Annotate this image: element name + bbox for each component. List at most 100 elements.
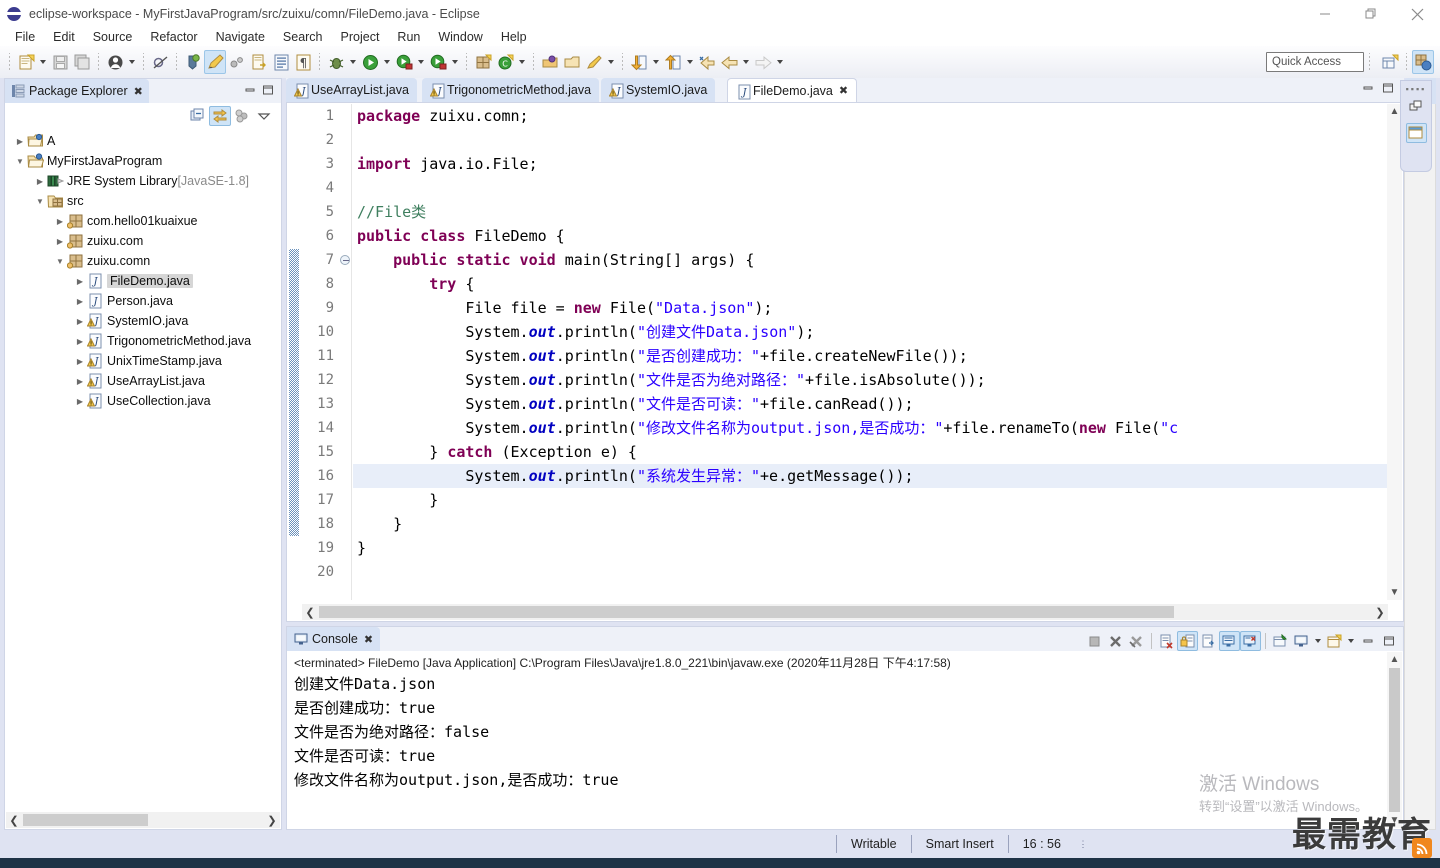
code-line[interactable]: package zuixu.comn;: [353, 104, 1387, 128]
code-line[interactable]: } catch (Exception e) {: [353, 440, 1387, 464]
chevron-right-icon[interactable]: ▶: [73, 271, 87, 291]
code-line[interactable]: System.out.println("文件是否为绝对路径："+file.isA…: [353, 368, 1387, 392]
chevron-right-icon[interactable]: ▶: [73, 331, 87, 351]
tree-item-filedemo-java[interactable]: ▶ J FileDemo.java: [5, 271, 281, 291]
status-drag-dots[interactable]: ⋮: [1075, 839, 1091, 850]
new-java-package-icon[interactable]: [472, 50, 494, 74]
back-arrow-icon[interactable]: [718, 50, 740, 74]
code-editor[interactable]: 1 2 3 4 5 6 7 8 9 10 11 12 13 14 15 16 17 18 19 20 package …: [286, 102, 1404, 622]
code-line[interactable]: File file = new File("Data.json");: [353, 296, 1387, 320]
hscroll-thumb[interactable]: [319, 606, 1174, 618]
tree-item-person-java[interactable]: ▶ J Person.java: [5, 291, 281, 311]
code-line[interactable]: [353, 176, 1387, 200]
forward-dropdown-icon[interactable]: [774, 50, 786, 74]
link-icon[interactable]: [226, 50, 248, 74]
view-menu-icon[interactable]: [253, 106, 275, 126]
code-line[interactable]: public class FileDemo {: [353, 224, 1387, 248]
editor-vscrollbar[interactable]: ▲ ▼: [1387, 104, 1402, 600]
code-line[interactable]: System.out.println("文件是否可读："+file.canRea…: [353, 392, 1387, 416]
editor-tab-systemio-java[interactable]: J SystemIO.java: [601, 78, 716, 102]
display-console-dropdown-icon[interactable]: [1312, 629, 1324, 653]
external-tools-icon[interactable]: [182, 50, 204, 74]
open-type-icon[interactable]: [248, 50, 270, 74]
code-line[interactable]: }: [353, 488, 1387, 512]
back-history-icon[interactable]: [696, 50, 718, 74]
chevron-right-icon[interactable]: ❯: [264, 814, 280, 827]
scroll-lock-icon[interactable]: [1177, 631, 1198, 651]
tree-item-zuixu-com[interactable]: ▶ zuixu.com: [5, 231, 281, 251]
menu-source[interactable]: Source: [84, 28, 142, 46]
show-whitespace-icon[interactable]: ¶: [292, 50, 314, 74]
chevron-right-icon[interactable]: ▶: [53, 231, 67, 251]
maximize-view-icon[interactable]: [1378, 631, 1399, 651]
hscroll-track[interactable]: [22, 813, 264, 827]
new-wizard-icon[interactable]: [15, 50, 37, 74]
chevron-right-icon[interactable]: ❯: [1372, 606, 1388, 619]
link-with-editor-icon[interactable]: [209, 106, 231, 126]
hscroll-track[interactable]: [318, 605, 1372, 619]
code-line[interactable]: try {: [353, 272, 1387, 296]
java-perspective-icon[interactable]: [1412, 50, 1434, 74]
chevron-right-icon[interactable]: ▶: [33, 171, 47, 191]
run-icon[interactable]: [359, 50, 381, 74]
tree-item-unixtimestamp-java[interactable]: ▶ J UnixTimeStamp.java: [5, 351, 281, 371]
menu-refactor[interactable]: Refactor: [141, 28, 206, 46]
tree-item-usecollection-java[interactable]: ▶ J UseCollection.java: [5, 391, 281, 411]
tree-item-zuixu-comn[interactable]: ▼ zuixu.comn: [5, 251, 281, 271]
user-dropdown-icon[interactable]: [126, 50, 138, 74]
code-line[interactable]: System.out.println("创建文件Data.json");: [353, 320, 1387, 344]
run-last-icon[interactable]: [393, 50, 415, 74]
menu-search[interactable]: Search: [274, 28, 332, 46]
user-icon[interactable]: [104, 50, 126, 74]
fold-collapse-icon[interactable]: [340, 255, 350, 265]
next-annotation-dropdown-icon[interactable]: [650, 50, 662, 74]
clear-console-icon[interactable]: [1156, 631, 1177, 651]
chevron-right-icon[interactable]: ▶: [53, 211, 67, 231]
remove-all-terminated-icon[interactable]: [1126, 631, 1147, 651]
code-line[interactable]: System.out.println("是否创建成功："+file.create…: [353, 344, 1387, 368]
code-line[interactable]: [353, 128, 1387, 152]
run-last-dropdown-icon[interactable]: [415, 50, 427, 74]
pencil-icon[interactable]: [583, 50, 605, 74]
tree-item-myfirstjavaprogram[interactable]: ▼ MyFirstJavaProgram: [5, 151, 281, 171]
menu-window[interactable]: Window: [429, 28, 491, 46]
folding-column[interactable]: [338, 104, 352, 600]
new-dropdown-icon[interactable]: [37, 50, 49, 74]
open-task-icon[interactable]: [270, 50, 292, 74]
open-perspective-icon[interactable]: [1379, 50, 1401, 74]
minimize-view-icon[interactable]: [1362, 82, 1374, 94]
editor-marker-column[interactable]: [288, 104, 302, 600]
maximize-view-icon[interactable]: [1382, 82, 1394, 94]
menu-run[interactable]: Run: [388, 28, 429, 46]
close-icon[interactable]: ✖: [364, 633, 373, 646]
show-console-on-error-icon[interactable]: [1240, 631, 1261, 651]
run-config-dropdown-icon[interactable]: [449, 50, 461, 74]
previous-annotation-dropdown-icon[interactable]: [684, 50, 696, 74]
tree-item-systemio-java[interactable]: ▶ J SystemIO.java: [5, 311, 281, 331]
code-line[interactable]: public static void main(String[] args) {: [353, 248, 1387, 272]
run-dropdown-icon[interactable]: [381, 50, 393, 74]
back-dropdown-icon[interactable]: [740, 50, 752, 74]
open-console-dropdown-icon[interactable]: [1345, 629, 1357, 653]
console-output-area[interactable]: <terminated> FileDemo [Java Application]…: [288, 652, 1388, 828]
tab-console[interactable]: Console ✖: [287, 627, 381, 651]
scroll-up-icon[interactable]: ▲: [1390, 104, 1400, 119]
editor-hscrollbar[interactable]: ❮ ❯: [302, 604, 1388, 620]
tree-item-src[interactable]: ▼ src: [5, 191, 281, 211]
quick-access-input[interactable]: Quick Access: [1266, 52, 1364, 72]
tab-package-explorer[interactable]: Package Explorer ✖: [5, 79, 149, 103]
run-config-icon[interactable]: [427, 50, 449, 74]
code-line[interactable]: import java.io.File;: [353, 152, 1387, 176]
remove-launch-icon[interactable]: [1105, 631, 1126, 651]
menu-navigate[interactable]: Navigate: [207, 28, 274, 46]
previous-annotation-icon[interactable]: [662, 50, 684, 74]
chevron-left-icon[interactable]: ❮: [6, 814, 22, 827]
new-java-class-icon[interactable]: C: [494, 50, 516, 74]
chevron-right-icon[interactable]: ▶: [73, 351, 87, 371]
chevron-left-icon[interactable]: ❮: [302, 606, 318, 619]
tree-item-jre-system-library[interactable]: ▶ JRE System Library [JavaSE-1.8]: [5, 171, 281, 191]
code-line[interactable]: }: [353, 536, 1387, 560]
drag-handle-dots[interactable]: ▪▪▪▪: [1406, 85, 1427, 94]
chevron-right-icon[interactable]: ▶: [13, 131, 27, 151]
maximize-view-icon[interactable]: [259, 82, 277, 98]
